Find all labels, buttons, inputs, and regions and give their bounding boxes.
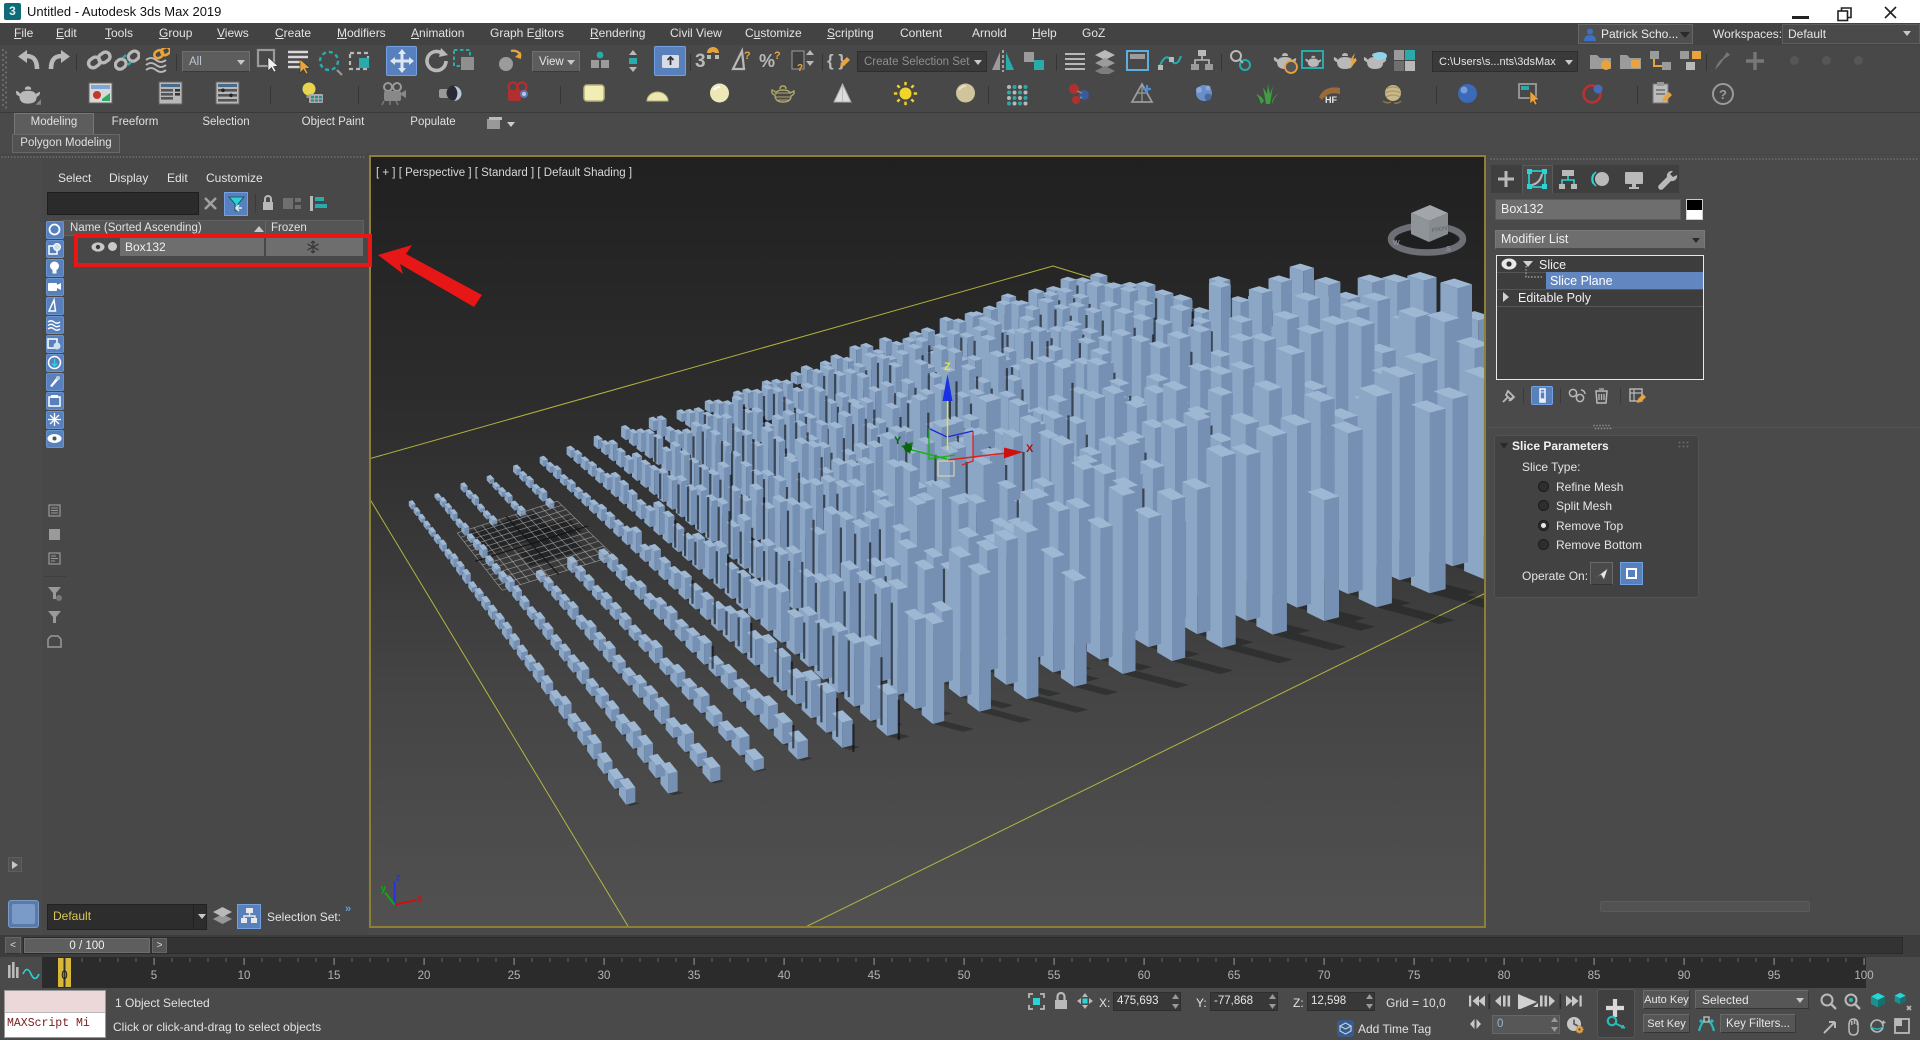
svg-text:85: 85 [1588, 970, 1601, 982]
svg-text:Z: Z [944, 361, 951, 373]
svg-text:35: 35 [688, 970, 701, 982]
svg-text:HF: HF [1325, 95, 1337, 105]
svg-text:[ + ] [ Perspective ] [ Standa: [ + ] [ Perspective ] [ Standard ] [ Def… [376, 167, 632, 179]
svg-text:80: 80 [1498, 970, 1511, 982]
svg-text:y: y [381, 884, 387, 895]
svg-text:95: 95 [1768, 970, 1781, 982]
svg-text:60: 60 [1138, 970, 1151, 982]
svg-text:30: 30 [598, 970, 611, 982]
svg-text:0: 0 [61, 970, 67, 982]
svg-text:3: 3 [695, 51, 706, 72]
svg-text:5: 5 [151, 970, 157, 982]
svg-text:65: 65 [1228, 970, 1241, 982]
svg-text:45: 45 [868, 970, 881, 982]
svg-text:75: 75 [1408, 970, 1421, 982]
svg-text:100: 100 [1854, 970, 1873, 982]
svg-text:25: 25 [508, 970, 521, 982]
svg-text:x: x [417, 894, 423, 905]
svg-text:70: 70 [1318, 970, 1331, 982]
svg-text:15: 15 [328, 970, 341, 982]
svg-text:?: ? [1719, 87, 1727, 102]
svg-text:S: S [1446, 246, 1451, 253]
svg-text:{ }: { } [827, 51, 845, 70]
svg-text:Y: Y [894, 435, 902, 447]
svg-text:40: 40 [778, 970, 791, 982]
svg-text:55: 55 [1048, 970, 1061, 982]
svg-text:X: X [1026, 443, 1034, 455]
svg-text:z: z [396, 873, 401, 884]
svg-text:10: 10 [238, 970, 251, 982]
svg-text:90: 90 [1678, 970, 1691, 982]
svg-text:%: % [759, 51, 775, 71]
svg-text:?: ? [797, 63, 803, 73]
svg-text:20: 20 [418, 970, 431, 982]
svg-text:W: W [1393, 240, 1400, 247]
svg-text:?: ? [774, 50, 781, 62]
svg-text:50: 50 [958, 970, 971, 982]
svg-text:?: ? [744, 50, 751, 62]
